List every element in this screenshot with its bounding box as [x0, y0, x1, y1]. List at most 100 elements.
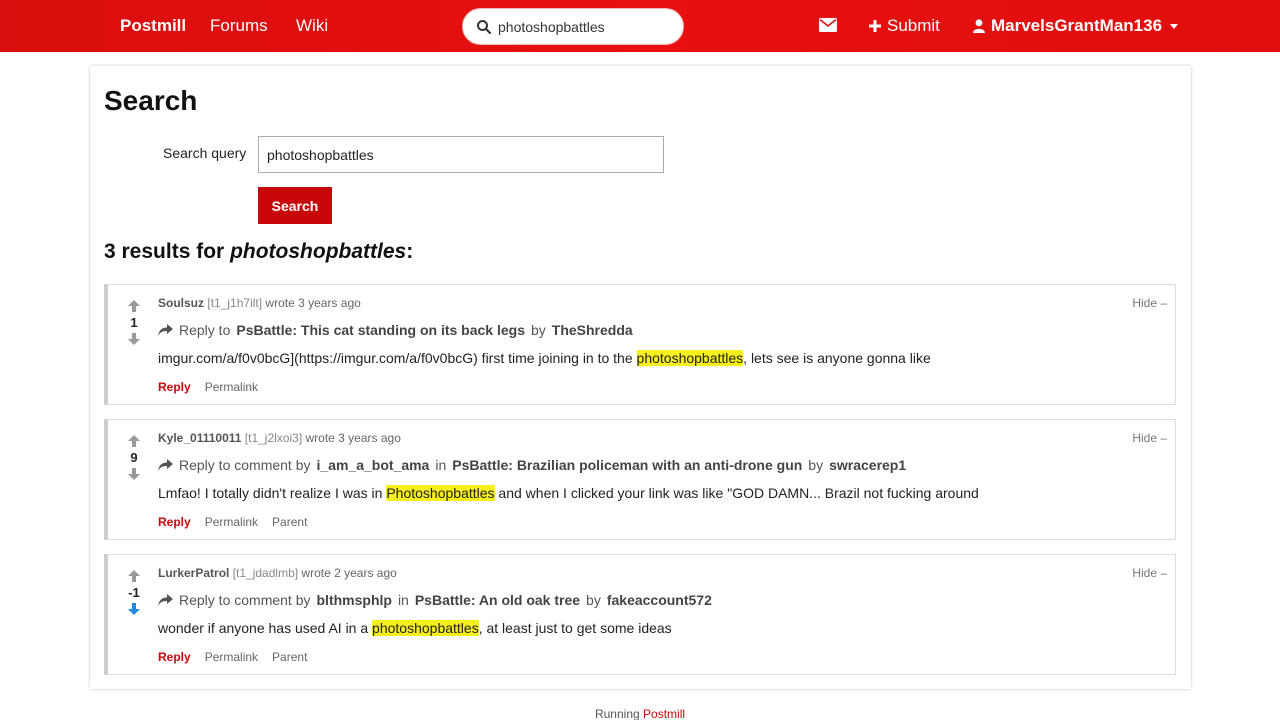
comment-score: 1 [130, 315, 138, 330]
results-term: photoshopbattles [230, 240, 407, 263]
search-highlight: photoshopbattles [372, 620, 479, 636]
comment-body: wonder if anyone has used AI in a photos… [158, 620, 672, 636]
comment-actions: Reply Permalink Parent [158, 650, 307, 664]
permalink-link[interactable]: Permalink [205, 515, 258, 529]
comment-time: wrote 3 years ago [265, 296, 361, 310]
footer: Running Postmill [0, 707, 1280, 720]
reply-context: Reply to comment by i_am_a_bot_ama in Ps… [158, 457, 906, 473]
comment-id: [t1_jdadlmb] [232, 566, 299, 580]
comment-card: 9 Kyle_01110011 [t1_j2lxoi3] wrote 3 yea… [104, 419, 1176, 540]
hide-link[interactable]: Hide – [1132, 431, 1167, 445]
nav-search-box[interactable] [462, 8, 684, 45]
comment-id: [t1_j1h7ilt] [207, 296, 263, 310]
reply-context: Reply to PsBattle: This cat standing on … [158, 322, 633, 338]
comment-id: [t1_j2lxoi3] [244, 431, 303, 445]
body-text-before: Lmfao! I totally didn't realize I was in [158, 485, 387, 501]
search-query-input[interactable] [258, 136, 664, 173]
comment-meta: Kyle_01110011 [t1_j2lxoi3] wrote 3 years… [158, 431, 401, 445]
nav-forums-link[interactable]: Forums [210, 16, 268, 36]
search-highlight: Photoshopbattles [386, 485, 495, 501]
reply-arrow-icon [158, 459, 173, 471]
post-author-link[interactable]: TheShredda [552, 322, 633, 338]
reply-link[interactable]: Reply [158, 380, 191, 394]
permalink-link[interactable]: Permalink [205, 650, 258, 664]
reply-link[interactable]: Reply [158, 650, 191, 664]
top-navbar: Postmill Forums Wiki Submit MarvelsGrant… [0, 0, 1280, 52]
plus-icon [869, 20, 881, 32]
upvote-arrow-icon[interactable] [127, 299, 141, 313]
reply-prefix: Reply to [179, 322, 231, 338]
hide-link[interactable]: Hide – [1132, 566, 1167, 580]
post-title-link[interactable]: PsBattle: This cat standing on its back … [236, 322, 525, 338]
comment-card: 1 Soulsuz [t1_j1h7ilt] wrote 3 years ago… [104, 284, 1176, 405]
downvote-arrow-icon[interactable] [127, 467, 141, 481]
reply-arrow-icon [158, 324, 173, 336]
user-icon [973, 19, 985, 33]
comment-author[interactable]: LurkerPatrol [158, 566, 229, 580]
post-title-link[interactable]: PsBattle: An old oak tree [415, 592, 580, 608]
comment-actions: Reply Permalink Parent [158, 515, 307, 529]
footer-text: Running [594, 707, 640, 720]
reply-prefix: Reply to comment by [179, 592, 311, 608]
post-author-link[interactable]: swracerep1 [829, 457, 906, 473]
comment-author[interactable]: Soulsuz [158, 296, 204, 310]
body-text-after: and when I clicked your link was like "G… [494, 485, 979, 501]
username-label: MarvelsGrantMan136 [991, 16, 1163, 35]
submit-label: Submit [887, 16, 940, 35]
page-title: Search [104, 85, 198, 116]
comment-actions: Reply Permalink [158, 380, 258, 394]
results-prefix: 3 results for [104, 240, 225, 263]
body-text-before: wonder if anyone has used AI in a [158, 620, 373, 636]
comment-body: imgur.com/a/f0v0bcG](https://imgur.com/a… [158, 350, 931, 366]
comment-body: Lmfao! I totally didn't realize I was in… [158, 485, 979, 501]
nav-search-input[interactable] [498, 17, 676, 37]
search-icon [477, 20, 492, 35]
in-word: in [435, 457, 447, 473]
search-query-label: Search query [163, 145, 247, 161]
downvote-arrow-icon[interactable] [127, 602, 141, 616]
comment-meta: LurkerPatrol [t1_jdadlmb] wrote 2 years … [158, 566, 397, 580]
comment-score: 9 [130, 450, 138, 465]
nav-wiki-link[interactable]: Wiki [296, 16, 328, 36]
upvote-arrow-icon[interactable] [127, 569, 141, 583]
search-button[interactable]: Search [258, 187, 332, 224]
hide-link[interactable]: Hide – [1132, 296, 1167, 310]
search-highlight: photoshopbattles [636, 350, 744, 366]
body-text-before: imgur.com/a/f0v0bcG](https://imgur.com/a… [158, 350, 637, 366]
footer-brand-link[interactable]: Postmill [643, 707, 685, 720]
post-author-link[interactable]: fakeaccount572 [607, 592, 712, 608]
comment-time: wrote 2 years ago [301, 566, 397, 580]
reply-to-user-link[interactable]: blthmsphlp [317, 592, 392, 608]
user-menu[interactable]: MarvelsGrantMan136 [973, 16, 1179, 36]
post-title-link[interactable]: PsBattle: Brazilian policeman with an an… [452, 457, 802, 473]
comment-card: -1 LurkerPatrol [t1_jdadlmb] wrote 2 yea… [104, 554, 1176, 675]
downvote-arrow-icon[interactable] [127, 332, 141, 346]
envelope-icon[interactable] [819, 17, 837, 33]
vote-box: -1 [122, 569, 146, 616]
permalink-link[interactable]: Permalink [205, 380, 258, 394]
results-suffix: : [406, 240, 414, 263]
reply-arrow-icon [158, 594, 173, 606]
in-word: in [397, 592, 409, 608]
vote-box: 9 [122, 434, 146, 481]
upvote-arrow-icon[interactable] [127, 434, 141, 448]
brand-link[interactable]: Postmill [120, 16, 186, 36]
comment-author[interactable]: Kyle_01110011 [158, 431, 241, 445]
comment-meta: Soulsuz [t1_j1h7ilt] wrote 3 years ago [158, 296, 361, 310]
reply-to-user-link[interactable]: i_am_a_bot_ama [317, 457, 430, 473]
body-text-after: , lets see is anyone gonna like [743, 350, 931, 366]
chevron-down-icon [1170, 23, 1179, 29]
parent-link[interactable]: Parent [272, 515, 307, 529]
reply-context: Reply to comment by blthmsphlp in PsBatt… [158, 592, 712, 608]
reply-prefix: Reply to comment by [179, 457, 311, 473]
reply-link[interactable]: Reply [158, 515, 191, 529]
parent-link[interactable]: Parent [272, 650, 307, 664]
by-word: by [586, 592, 601, 608]
results-heading: 3 results for photoshopbattles: [104, 240, 413, 264]
by-word: by [530, 322, 546, 338]
vote-box: 1 [122, 299, 146, 346]
submit-link[interactable]: Submit [869, 16, 940, 36]
body-text-after: , at least just to get some ideas [478, 620, 672, 636]
comment-score: -1 [128, 585, 140, 600]
comment-time: wrote 3 years ago [305, 431, 401, 445]
